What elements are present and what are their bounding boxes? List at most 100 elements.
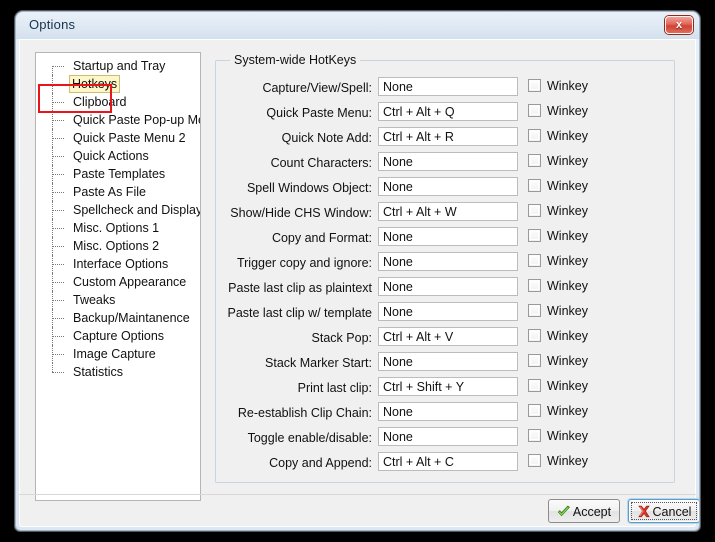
hotkey-row: Print last clip:Ctrl + Shift + YWinkey [216,377,674,399]
hotkey-input-stack-pop[interactable]: Ctrl + Alt + V [378,327,518,346]
hotkey-input-print-last-clip[interactable]: Ctrl + Shift + Y [378,377,518,396]
desktop-background: Options x Startup and TrayHotkeysClipboa… [0,0,715,542]
hotkey-input-quick-paste-menu[interactable]: Ctrl + Alt + Q [378,102,518,121]
sidebar-item-clipboard[interactable]: Clipboard [36,93,201,111]
hotkey-label-stack-marker-start: Stack Marker Start: [222,352,372,374]
hotkey-caption: Copy and Append: [222,452,372,474]
sidebar-item-spellcheck-and-display[interactable]: Spellcheck and Display [36,201,201,219]
winkey-checkbox[interactable] [528,204,541,217]
winkey-checkbox[interactable] [528,154,541,167]
sidebar-item-label: Startup and Tray [70,57,168,75]
hotkey-input-spell-windows-object[interactable]: None [378,177,518,196]
winkey-option-capture-view-spell: Winkey [528,77,618,96]
sidebar-item-quick-paste-pop-up-menu[interactable]: Quick Paste Pop-up Menu [36,111,201,129]
tree-line [52,120,64,121]
sidebar-item-backup-maintanence[interactable]: Backup/Maintanence [36,309,201,327]
winkey-checkbox[interactable] [528,329,541,342]
hotkey-label-paste-last-clip-as-plaintext: Paste last clip as plaintext [222,277,372,299]
winkey-checkbox[interactable] [528,179,541,192]
accept-button[interactable]: Accept [548,499,620,523]
tree-line [52,66,53,75]
hotkey-input-capture-view-spell[interactable]: None [378,77,518,96]
hotkey-input-toggle-enable-disable[interactable]: None [378,427,518,446]
tree-line [52,318,64,319]
winkey-checkbox[interactable] [528,229,541,242]
hotkey-row: Stack Marker Start:NoneWinkey [216,352,674,374]
hotkey-row: Trigger copy and ignore:NoneWinkey [216,252,674,274]
winkey-label: Winkey [547,277,588,296]
sidebar-item-quick-actions[interactable]: Quick Actions [36,147,201,165]
winkey-option-toggle-enable-disable: Winkey [528,427,618,446]
tree-line [52,84,64,85]
sidebar-item-label: Clipboard [70,93,130,111]
tree-line [52,192,64,193]
sidebar-item-label: Interface Options [70,255,171,273]
system-wide-hotkeys-groupbox: System-wide HotKeys Capture/View/Spell:N… [215,60,675,483]
winkey-checkbox[interactable] [528,404,541,417]
sidebar-item-label: Quick Paste Pop-up Menu [70,111,201,129]
hotkey-input-paste-last-clip-w-template[interactable]: None [378,302,518,321]
hotkey-input-re-establish-clip-chain[interactable]: None [378,402,518,421]
sidebar-item-startup-and-tray[interactable]: Startup and Tray [36,57,201,75]
winkey-checkbox[interactable] [528,454,541,467]
winkey-label: Winkey [547,102,588,121]
sidebar-item-label: Statistics [70,363,126,381]
hotkey-input-copy-and-format[interactable]: None [378,227,518,246]
sidebar-item-misc-options-1[interactable]: Misc. Options 1 [36,219,201,237]
hotkey-input-copy-and-append[interactable]: Ctrl + Alt + C [378,452,518,471]
winkey-checkbox[interactable] [528,429,541,442]
winkey-label: Winkey [547,402,588,421]
hotkey-input-trigger-copy-and-ignore[interactable]: None [378,252,518,271]
sidebar-item-hotkeys[interactable]: Hotkeys [36,75,201,93]
sidebar-item-misc-options-2[interactable]: Misc. Options 2 [36,237,201,255]
winkey-checkbox[interactable] [528,354,541,367]
sidebar-item-paste-templates[interactable]: Paste Templates [36,165,201,183]
hotkey-caption: Stack Pop: [222,327,372,349]
sidebar-item-quick-paste-menu-2[interactable]: Quick Paste Menu 2 [36,129,201,147]
sidebar-item-label: Misc. Options 1 [70,219,162,237]
sidebar-item-label: Custom Appearance [70,273,189,291]
sidebar-item-custom-appearance[interactable]: Custom Appearance [36,273,201,291]
hotkey-input-count-characters[interactable]: None [378,152,518,171]
winkey-label: Winkey [547,152,588,171]
close-button[interactable]: x [665,16,693,34]
winkey-checkbox[interactable] [528,254,541,267]
hotkey-caption: Copy and Format: [222,227,372,249]
options-dialog-window: Options x Startup and TrayHotkeysClipboa… [16,12,699,530]
hotkey-input-show-hide-chs-window[interactable]: Ctrl + Alt + W [378,202,518,221]
sidebar-item-image-capture[interactable]: Image Capture [36,345,201,363]
hotkey-caption: Spell Windows Object: [222,177,372,199]
accept-button-label: Accept [549,500,619,524]
winkey-option-re-establish-clip-chain: Winkey [528,402,618,421]
winkey-label: Winkey [547,427,588,446]
hotkey-caption: Stack Marker Start: [222,352,372,374]
groupbox-title: System-wide HotKeys [230,53,360,67]
sidebar-item-tweaks[interactable]: Tweaks [36,291,201,309]
tree-line [52,210,64,211]
sidebar-item-capture-options[interactable]: Capture Options [36,327,201,345]
winkey-checkbox[interactable] [528,104,541,117]
winkey-checkbox[interactable] [528,129,541,142]
tree-line [52,354,64,355]
hotkey-input-quick-note-add[interactable]: Ctrl + Alt + R [378,127,518,146]
options-category-tree[interactable]: Startup and TrayHotkeysClipboardQuick Pa… [35,52,201,501]
hotkey-row: Quick Note Add:Ctrl + Alt + RWinkey [216,127,674,149]
tree-line [52,336,64,337]
title-bar[interactable]: Options x [16,12,699,39]
sidebar-item-interface-options[interactable]: Interface Options [36,255,201,273]
winkey-checkbox[interactable] [528,79,541,92]
hotkey-row: Stack Pop: Ctrl + Alt + V Winkey [216,327,674,349]
hotkey-input-paste-last-clip-as-plaintext[interactable]: None [378,277,518,296]
sidebar-item-paste-as-file[interactable]: Paste As File [36,183,201,201]
sidebar-item-label: Backup/Maintanence [70,309,193,327]
sidebar-item-statistics[interactable]: Statistics [36,363,201,381]
cancel-button[interactable]: Cancel [628,499,699,523]
hotkey-input-stack-marker-start[interactable]: None [378,352,518,371]
tree-line [52,300,64,301]
winkey-checkbox[interactable] [528,279,541,292]
winkey-label: Winkey [547,452,588,471]
hotkey-caption: Paste last clip w/ template [222,302,372,324]
winkey-checkbox[interactable] [528,379,541,392]
winkey-checkbox[interactable] [528,304,541,317]
winkey-label: Winkey [547,327,588,346]
